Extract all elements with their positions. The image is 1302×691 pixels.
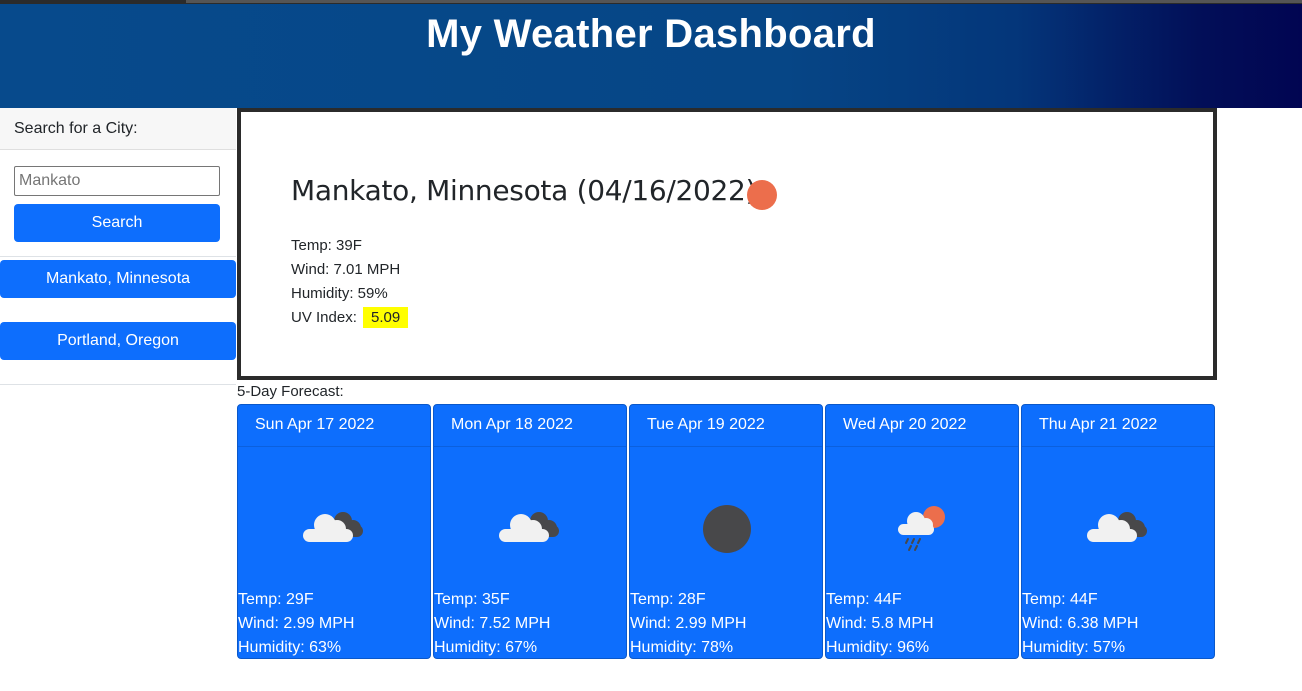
city-search-input[interactable] bbox=[14, 166, 220, 196]
current-temp: Temp: 39F bbox=[291, 237, 362, 254]
history-city-button[interactable]: Mankato, Minnesota bbox=[0, 260, 236, 298]
broken-clouds-icon bbox=[303, 512, 363, 542]
uv-index-badge: 5.09 bbox=[363, 307, 409, 328]
forecast-humidity: Humidity: 96% bbox=[826, 639, 930, 656]
search-header: Search for a City: bbox=[0, 108, 236, 150]
forecast-card: Mon Apr 18 2022 Temp: 35F Wind: 7.52 MPH… bbox=[433, 404, 627, 659]
forecast-temp: Temp: 44F bbox=[826, 591, 902, 608]
forecast-date: Mon Apr 18 2022 bbox=[434, 405, 626, 447]
sun-icon bbox=[747, 180, 777, 210]
forecast-temp: Temp: 44F bbox=[1022, 591, 1098, 608]
current-uv: UV Index: 5.09 bbox=[291, 306, 409, 330]
forecast-humidity: Humidity: 63% bbox=[238, 639, 342, 656]
forecast-temp: Temp: 28F bbox=[630, 591, 706, 608]
current-humidity: Humidity: 59% bbox=[291, 285, 388, 302]
forecast-stats: Temp: 44F Wind: 6.38 MPH Humidity: 57% bbox=[1022, 588, 1138, 660]
night-clear-icon bbox=[703, 505, 751, 553]
page-title: My Weather Dashboard bbox=[426, 12, 876, 56]
forecast-date: Wed Apr 20 2022 bbox=[826, 405, 1018, 447]
search-sidebar: Search for a City: Search Mankato, Minne… bbox=[0, 108, 236, 385]
forecast-stats: Temp: 29F Wind: 2.99 MPH Humidity: 63% bbox=[238, 588, 354, 660]
search-button[interactable]: Search bbox=[14, 204, 220, 242]
page-header: My Weather Dashboard bbox=[0, 4, 1302, 108]
forecast-wind: Wind: 2.99 MPH bbox=[630, 615, 747, 632]
forecast-card: Wed Apr 20 2022 Temp: 44F Wind: 5.8 MPH … bbox=[825, 404, 1019, 659]
forecast-humidity: Humidity: 78% bbox=[630, 639, 734, 656]
forecast-wind: Wind: 7.52 MPH bbox=[434, 615, 551, 632]
forecast-stats: Temp: 35F Wind: 7.52 MPH Humidity: 67% bbox=[434, 588, 550, 660]
current-wind: Wind: 7.01 MPH bbox=[291, 261, 401, 278]
forecast-wind: Wind: 5.8 MPH bbox=[826, 615, 934, 632]
broken-clouds-icon bbox=[499, 512, 559, 542]
forecast-stats: Temp: 44F Wind: 5.8 MPH Humidity: 96% bbox=[826, 588, 934, 660]
forecast-wind: Wind: 2.99 MPH bbox=[238, 615, 355, 632]
history-city-button[interactable]: Portland, Oregon bbox=[0, 322, 236, 360]
forecast-humidity: Humidity: 67% bbox=[434, 639, 538, 656]
forecast-label: 5-Day Forecast: bbox=[237, 383, 344, 400]
forecast-temp: Temp: 35F bbox=[434, 591, 510, 608]
forecast-date: Sun Apr 17 2022 bbox=[238, 405, 430, 447]
uv-label: UV Index: bbox=[291, 309, 357, 326]
browser-top-strip-segment bbox=[186, 0, 1302, 3]
broken-clouds-icon bbox=[1087, 512, 1147, 542]
current-weather-panel: Mankato, Minnesota (04/16/2022) Temp: 39… bbox=[237, 108, 1217, 380]
forecast-card: Thu Apr 21 2022 Temp: 44F Wind: 6.38 MPH… bbox=[1021, 404, 1215, 659]
forecast-stats: Temp: 28F Wind: 2.99 MPH Humidity: 78% bbox=[630, 588, 746, 660]
forecast-date: Thu Apr 21 2022 bbox=[1022, 405, 1214, 447]
forecast-temp: Temp: 29F bbox=[238, 591, 314, 608]
current-city-title: Mankato, Minnesota (04/16/2022) bbox=[291, 174, 757, 207]
rain-sun-icon bbox=[898, 506, 945, 551]
forecast-card: Tue Apr 19 2022 Temp: 28F Wind: 2.99 MPH… bbox=[629, 404, 823, 659]
forecast-humidity: Humidity: 57% bbox=[1022, 639, 1126, 656]
sidebar-divider bbox=[0, 256, 236, 257]
forecast-wind: Wind: 6.38 MPH bbox=[1022, 615, 1139, 632]
forecast-date: Tue Apr 19 2022 bbox=[630, 405, 822, 447]
current-stats: Temp: 39F Wind: 7.01 MPH Humidity: 59% U… bbox=[291, 234, 409, 330]
forecast-card: Sun Apr 17 2022 Temp: 29F Wind: 2.99 MPH… bbox=[237, 404, 431, 659]
